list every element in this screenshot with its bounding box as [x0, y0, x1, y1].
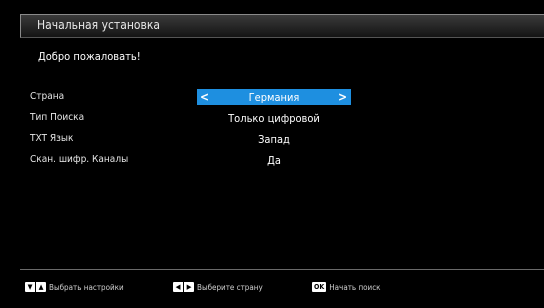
- setting-label-search-type: Тип Поиска: [30, 112, 85, 123]
- setting-value-scan-encrypted: Да: [267, 154, 281, 167]
- setting-label-txt-language: TXT Язык: [30, 133, 74, 144]
- setting-value-country: Германия: [248, 91, 300, 104]
- hint-start-search: OK Начать поиск: [312, 282, 381, 292]
- hint-select-country: ◀ ▶ Выберите страну: [173, 282, 263, 292]
- welcome-text: Добро пожаловать!: [38, 50, 141, 63]
- setting-row-txt-language[interactable]: TXT Язык Запад: [0, 131, 544, 147]
- hint-start-label: Начать поиск: [329, 282, 381, 292]
- arrow-right-icon[interactable]: >: [338, 90, 347, 104]
- setting-row-scan-encrypted[interactable]: Скан. шифр. Каналы Да: [0, 152, 544, 168]
- setting-row-country[interactable]: Страна < Германия >: [0, 89, 544, 105]
- up-down-keys-icon: ▼ ▲: [25, 282, 46, 292]
- setting-row-search-type[interactable]: Тип Поиска Только цифровой: [0, 110, 544, 126]
- setting-value-search-type: Только цифровой: [228, 112, 320, 125]
- title-bar: Начальная установка: [20, 14, 544, 38]
- hint-select-label: Выбрать настройки: [49, 282, 124, 292]
- setting-label-scan-encrypted: Скан. шифр. Каналы: [30, 154, 129, 165]
- setting-value-txt-language: Запад: [258, 133, 290, 146]
- left-right-keys-icon: ◀ ▶: [173, 282, 194, 292]
- page-title: Начальная установка: [37, 18, 160, 32]
- hint-country-label: Выберите страну: [197, 282, 263, 292]
- country-selector[interactable]: < Германия >: [197, 89, 351, 105]
- setting-label-country: Страна: [30, 91, 65, 102]
- hint-select-settings: ▼ ▲ Выбрать настройки: [25, 282, 124, 292]
- footer-divider: [20, 269, 544, 270]
- ok-key-icon: OK: [312, 282, 327, 292]
